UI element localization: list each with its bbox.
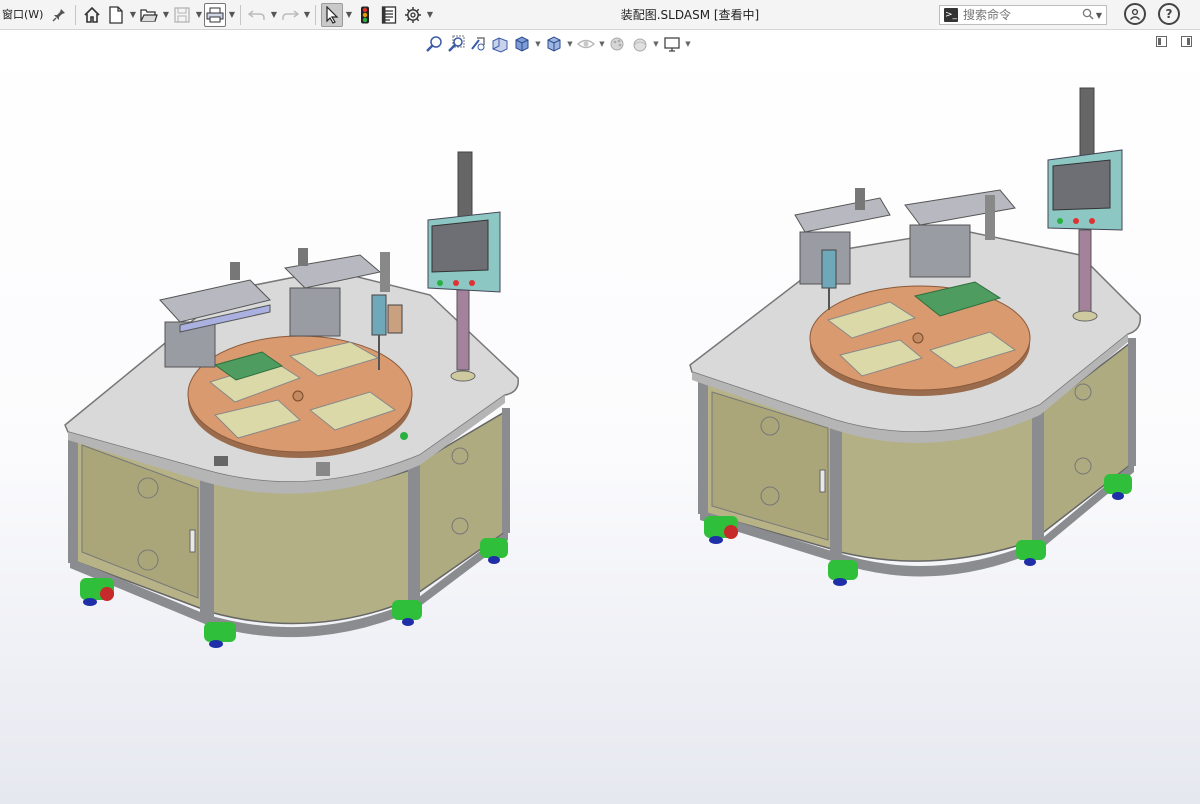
- pin-icon[interactable]: [48, 3, 70, 27]
- file-properties-icon[interactable]: [378, 3, 400, 27]
- open-icon[interactable]: [138, 3, 160, 27]
- assembly-model-view[interactable]: [0, 31, 1200, 804]
- caster-wheel: [204, 622, 236, 648]
- left-panel-toggle-icon[interactable]: [1156, 36, 1167, 47]
- new-document-icon[interactable]: [105, 3, 127, 27]
- search-input[interactable]: [963, 8, 1082, 22]
- options-dropdown-arrow[interactable]: ▼: [425, 3, 434, 27]
- user-account-icon[interactable]: [1124, 3, 1146, 25]
- search-icon[interactable]: [1082, 8, 1094, 23]
- command-prompt-icon: >_: [944, 8, 958, 22]
- toolbar-separator: [240, 4, 242, 25]
- toolbar-separator: [75, 4, 77, 25]
- caster-wheel: [480, 538, 508, 564]
- heads-up-view-toolbar: ▼ ▼ ▼ ▼ ▼: [424, 33, 692, 55]
- previous-view-icon[interactable]: [468, 34, 488, 54]
- caster-wheel: [392, 600, 422, 626]
- undo-dropdown-arrow[interactable]: ▼: [269, 3, 278, 27]
- print-dropdown-arrow[interactable]: ▼: [227, 3, 236, 27]
- redo-icon[interactable]: [279, 3, 301, 27]
- undo-icon[interactable]: [246, 3, 268, 27]
- redo-dropdown-arrow[interactable]: ▼: [302, 3, 311, 27]
- menu-window[interactable]: 窗口(W): [0, 0, 47, 30]
- caster-wheel: [1104, 474, 1132, 500]
- traffic-light-icon[interactable]: [354, 3, 376, 27]
- display-style-icon[interactable]: [544, 34, 564, 54]
- zoom-to-area-icon[interactable]: [446, 34, 466, 54]
- panel-toggle-group: [1156, 36, 1192, 47]
- select-icon[interactable]: [321, 2, 344, 27]
- view-orientation-icon[interactable]: [512, 34, 532, 54]
- assembly-machine-right[interactable]: [689, 87, 1141, 586]
- open-dropdown-arrow[interactable]: ▼: [161, 3, 170, 27]
- search-dropdown-arrow[interactable]: ▼: [1096, 11, 1102, 20]
- caster-wheel: [828, 560, 858, 586]
- right-icon-group: ?: [1124, 3, 1180, 25]
- edit-appearance-icon[interactable]: [608, 34, 628, 54]
- display-style-dropdown-arrow[interactable]: ▼: [566, 40, 574, 48]
- search-commands-box[interactable]: >_ ▼: [939, 5, 1107, 25]
- caster-wheel: [704, 516, 738, 544]
- new-dropdown-arrow[interactable]: ▼: [128, 3, 137, 27]
- print-icon[interactable]: [204, 2, 227, 27]
- assembly-machine-left[interactable]: [64, 151, 519, 648]
- section-view-icon[interactable]: [490, 34, 510, 54]
- caster-wheel: [80, 578, 114, 606]
- hide-show-items-icon[interactable]: [576, 34, 596, 54]
- apply-scene-dropdown-arrow[interactable]: ▼: [652, 40, 660, 48]
- toolbar-separator: [315, 4, 317, 25]
- home-icon[interactable]: [81, 3, 103, 27]
- save-dropdown-arrow[interactable]: ▼: [194, 3, 203, 27]
- apply-scene-icon[interactable]: [630, 34, 650, 54]
- save-icon[interactable]: [171, 3, 193, 27]
- select-dropdown-arrow[interactable]: ▼: [344, 3, 353, 27]
- graphics-area[interactable]: [0, 31, 1200, 804]
- view-settings-dropdown-arrow[interactable]: ▼: [684, 40, 692, 48]
- caster-wheel: [1016, 540, 1046, 566]
- zoom-to-fit-icon[interactable]: [424, 34, 444, 54]
- hide-show-dropdown-arrow[interactable]: ▼: [598, 40, 606, 48]
- right-panel-toggle-icon[interactable]: [1181, 36, 1192, 47]
- view-settings-icon[interactable]: [662, 34, 682, 54]
- view-orientation-dropdown-arrow[interactable]: ▼: [534, 40, 542, 48]
- top-toolbar: 窗口(W) ▼ ▼ ▼ ▼ ▼ ▼ ▼ ▼ 装配图.SLDASM [查看中] >…: [0, 0, 1200, 30]
- options-icon[interactable]: [402, 3, 424, 27]
- document-title: 装配图.SLDASM [查看中]: [620, 8, 760, 22]
- help-icon[interactable]: ?: [1158, 3, 1180, 25]
